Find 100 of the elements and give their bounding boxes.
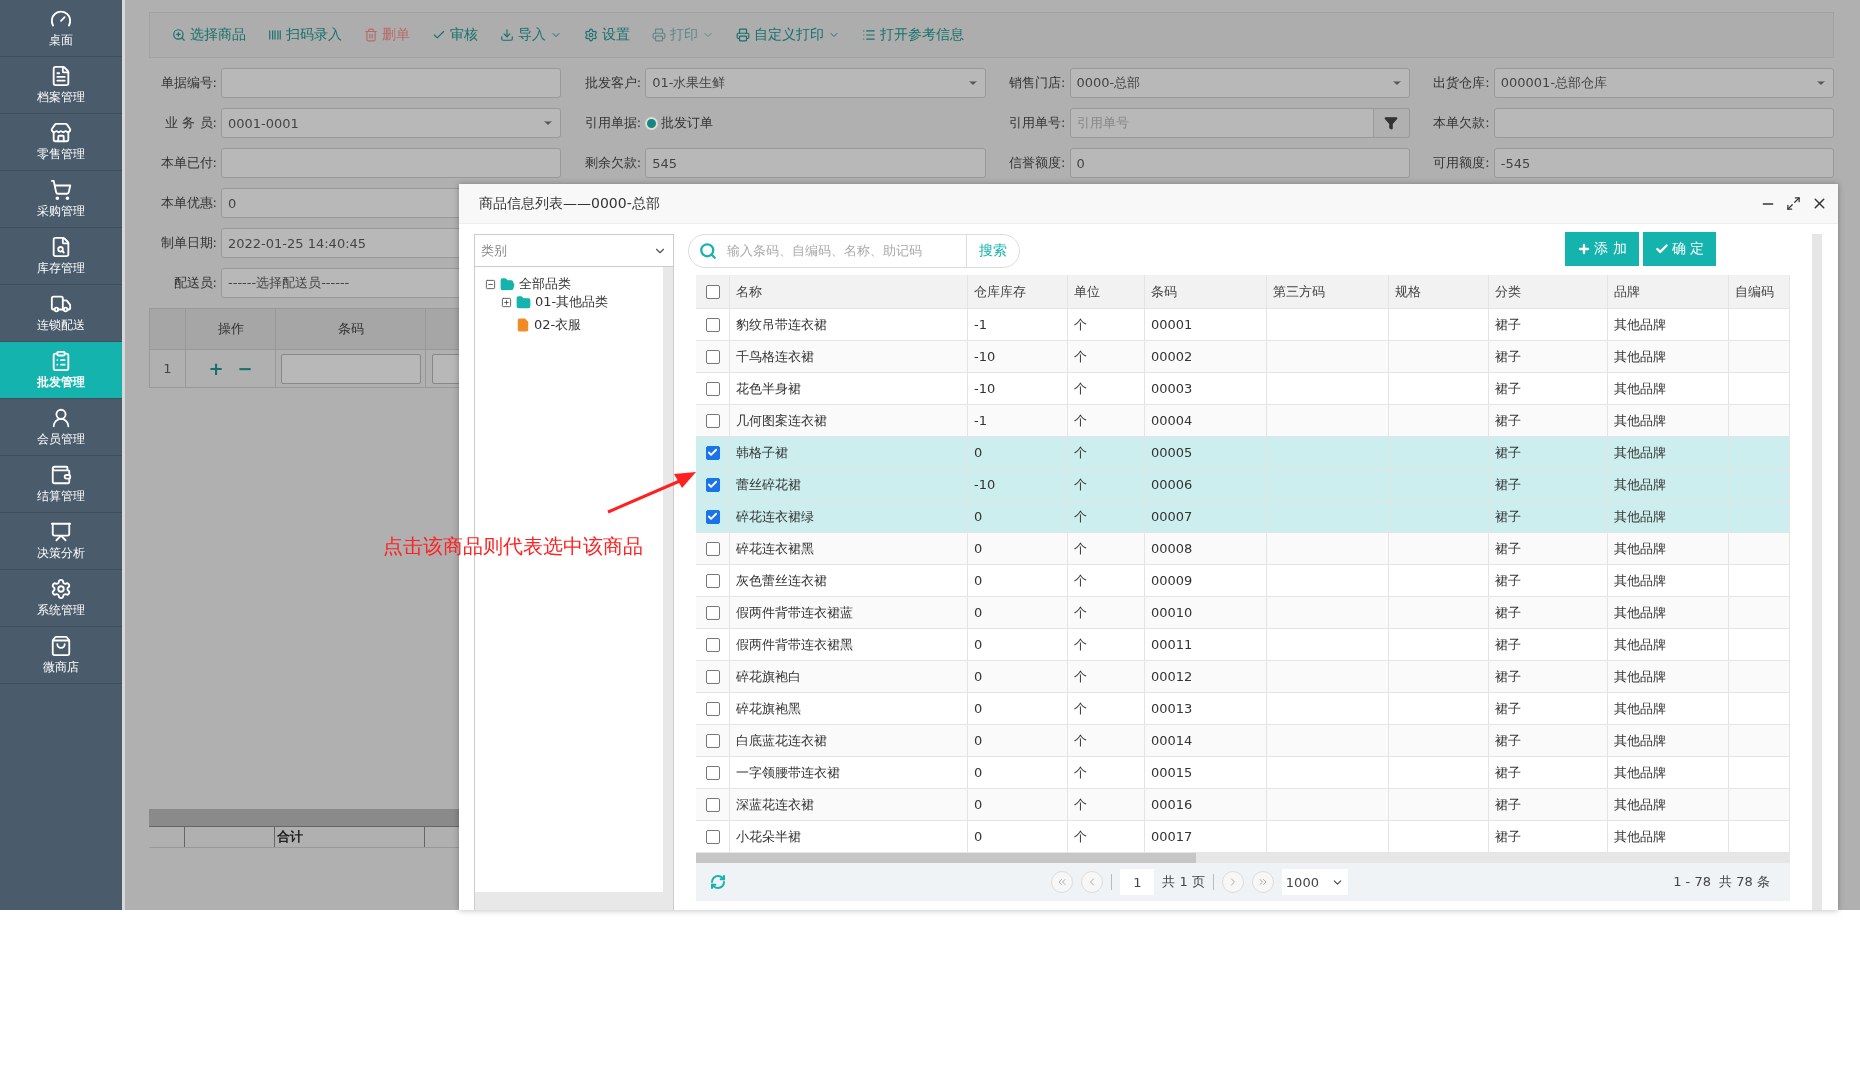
table-row[interactable]: 几何图案连衣裙 -1 个 00004 裙子 其他品牌 [696, 405, 1790, 437]
table-cell: 00004 [1145, 405, 1267, 436]
column-header[interactable]: 第三方码 [1267, 275, 1389, 308]
maximize-icon[interactable] [1786, 196, 1801, 211]
column-header: 条码 [276, 309, 426, 349]
table-row[interactable]: 深蓝花连衣裙 0 个 00016 裙子 其他品牌 [696, 789, 1790, 821]
field-label: 销售门店: [1008, 74, 1066, 92]
row-checkbox[interactable] [705, 637, 720, 652]
input-field[interactable] [221, 68, 562, 98]
document-icon [50, 64, 72, 87]
table-cell: 深蓝花连衣裙 [730, 789, 968, 820]
table-cell: 个 [1068, 373, 1145, 404]
table-row[interactable]: 花色半身裙 -10 个 00003 裙子 其他品牌 [696, 373, 1790, 405]
table-row[interactable]: 碎花旗袍黑 0 个 00013 裙子 其他品牌 [696, 693, 1790, 725]
table-cell: 0 [968, 661, 1068, 692]
row-checkbox[interactable] [705, 317, 720, 332]
table-row[interactable]: 小花朵半裙 0 个 00017 裙子 其他品牌 [696, 821, 1790, 853]
column-header[interactable]: 规格 [1389, 275, 1489, 308]
file-icon [516, 318, 530, 332]
column-header[interactable]: 名称 [730, 275, 968, 308]
table-cell: 00003 [1145, 373, 1267, 404]
table-cell: 假两件背带连衣裙蓝 [730, 597, 968, 628]
category-select[interactable]: 类别 [475, 235, 673, 267]
table-row[interactable]: 韩格子裙 0 个 00005 裙子 其他品牌 [696, 437, 1790, 469]
row-checkbox[interactable] [705, 733, 720, 748]
row-checkbox[interactable] [705, 445, 720, 460]
row-checkbox[interactable] [705, 413, 720, 428]
row-checkbox[interactable] [705, 669, 720, 684]
collapse-icon[interactable] [485, 278, 496, 290]
horizontal-scrollbar[interactable] [696, 853, 1790, 863]
filter-button[interactable] [1373, 108, 1410, 138]
row-checkbox[interactable] [705, 765, 720, 780]
input-field[interactable]: 545 [645, 148, 986, 178]
row-checkbox[interactable] [705, 829, 720, 844]
row-checkbox[interactable] [705, 797, 720, 812]
radio-option[interactable]: 批发订单 [645, 114, 714, 132]
expand-icon[interactable] [501, 296, 512, 308]
input-field[interactable] [1493, 108, 1834, 138]
page-size-select[interactable]: 1000 [1281, 869, 1348, 895]
settings-icon [50, 577, 72, 600]
select-field[interactable]: 01-水果生鲜 [645, 68, 986, 98]
column-header[interactable]: 品牌 [1608, 275, 1729, 308]
table-cell: 00012 [1145, 661, 1267, 692]
column-header[interactable]: 单位 [1068, 275, 1145, 308]
printer-icon [652, 28, 666, 42]
annotation-text: 点击该商品则代表选中该商品 [383, 533, 643, 560]
wallet-icon [50, 463, 72, 486]
table-cell: -10 [968, 341, 1068, 372]
row-checkbox[interactable] [705, 541, 720, 556]
select-field[interactable]: 000001-总部仓库 [1493, 68, 1834, 98]
column-header[interactable]: 自编码 [1729, 275, 1790, 308]
table-cell: 裙子 [1489, 341, 1608, 372]
table-row[interactable]: 碎花连衣裙绿 0 个 00007 裙子 其他品牌 [696, 501, 1790, 533]
trash-icon [364, 28, 378, 42]
first-page-icon [1056, 876, 1069, 888]
table-row[interactable]: 千鸟格连衣裙 -10 个 00002 裙子 其他品牌 [696, 341, 1790, 373]
table-row[interactable]: 碎花连衣裙黑 0 个 00008 裙子 其他品牌 [696, 533, 1790, 565]
table-cell: 其他品牌 [1608, 309, 1729, 340]
scrollbar[interactable] [475, 892, 673, 910]
column-header[interactable]: 条码 [1145, 275, 1267, 308]
barcode-icon [268, 28, 282, 42]
row-checkbox[interactable] [705, 509, 720, 524]
table-cell: 几何图案连衣裙 [730, 405, 968, 436]
table-cell: 个 [1068, 757, 1145, 788]
table-row[interactable]: 假两件背带连衣裙黑 0 个 00011 裙子 其他品牌 [696, 629, 1790, 661]
table-row[interactable]: 灰色蕾丝连衣裙 0 个 00009 裙子 其他品牌 [696, 565, 1790, 597]
column-header: 操作 [186, 309, 276, 349]
input-field[interactable]: 0 [1069, 148, 1410, 178]
tree-label[interactable]: 02-衣服 [534, 316, 582, 334]
select-field[interactable]: 0000-总部 [1069, 68, 1410, 98]
table-cell: 裙子 [1489, 533, 1608, 564]
row-checkbox[interactable] [705, 605, 720, 620]
table-row[interactable]: 一字领腰带连衣裙 0 个 00015 裙子 其他品牌 [696, 757, 1790, 789]
table-row[interactable]: 碎花旗袍白 0 个 00012 裙子 其他品牌 [696, 661, 1790, 693]
input-field[interactable]: -545 [1493, 148, 1834, 178]
table-cell: 其他品牌 [1608, 597, 1729, 628]
table-cell: 裙子 [1489, 597, 1608, 628]
table-cell: 个 [1068, 533, 1145, 564]
row-checkbox[interactable] [705, 381, 720, 396]
table-row[interactable]: 假两件背带连衣裙蓝 0 个 00010 裙子 其他品牌 [696, 597, 1790, 629]
table-row[interactable]: 豹纹吊带连衣裙 -1 个 00001 裙子 其他品牌 [696, 309, 1790, 341]
input-field[interactable] [280, 353, 421, 384]
table-cell: 个 [1068, 821, 1145, 852]
row-checkbox[interactable] [705, 477, 720, 492]
table-cell: 裙子 [1489, 661, 1608, 692]
table-row[interactable]: 蕾丝碎花裙 -10 个 00006 裙子 其他品牌 [696, 469, 1790, 501]
select-all-checkbox[interactable] [705, 284, 720, 299]
row-checkbox[interactable] [705, 573, 720, 588]
table-row[interactable]: 白底蓝花连衣裙 0 个 00014 裙子 其他品牌 [696, 725, 1790, 757]
plus-icon [1577, 242, 1592, 256]
page-count: 共 1 页 [1162, 873, 1205, 891]
select-field[interactable]: 0001-0001 [221, 108, 562, 138]
column-header[interactable]: 仓库库存 [968, 275, 1068, 308]
column-header[interactable]: 分类 [1489, 275, 1608, 308]
refresh-icon[interactable] [710, 874, 726, 890]
row-checkbox[interactable] [705, 349, 720, 364]
input-field[interactable] [221, 148, 562, 178]
row-checkbox[interactable] [705, 701, 720, 716]
page-input[interactable]: 1 [1120, 869, 1155, 895]
table-cell: 其他品牌 [1608, 725, 1729, 756]
